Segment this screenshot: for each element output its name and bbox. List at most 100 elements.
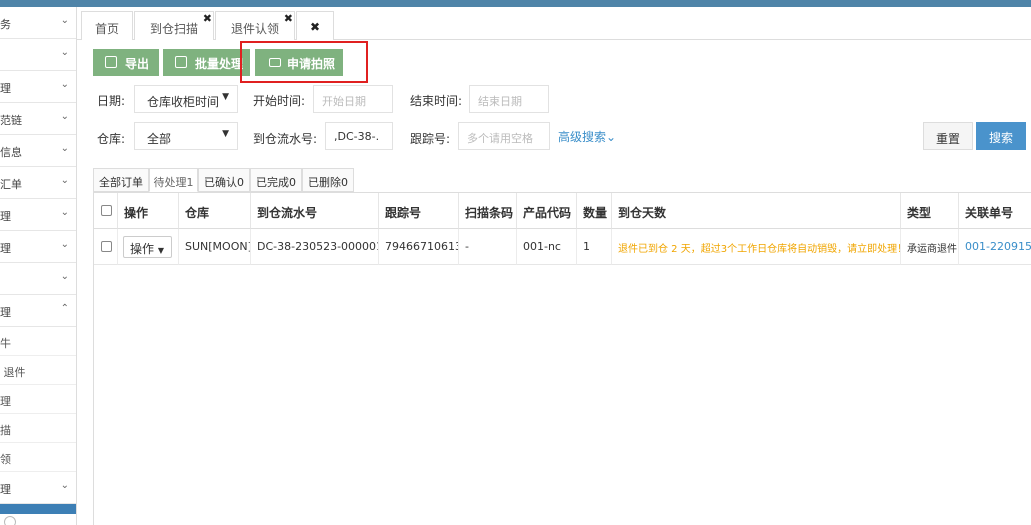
sidebar-item-label: 范链 <box>0 114 22 127</box>
reset-button[interactable]: 重置 <box>923 122 973 150</box>
tracking-input[interactable]: 多个请用空格 <box>458 122 550 150</box>
sidebar-item[interactable]: 信息 ⌄ <box>0 135 76 167</box>
column-header: 到仓流水号 <box>251 193 379 229</box>
warehouse-select[interactable]: 全部 ▼ <box>134 122 238 150</box>
sidebar-item[interactable]: 范链 ⌄ <box>0 103 76 135</box>
sidebar-item[interactable]: 汇单 ⌄ <box>0 167 76 199</box>
close-icon[interactable]: ✖ <box>203 12 212 25</box>
tab-close-all[interactable]: ✖ <box>296 11 334 40</box>
select-all-checkbox[interactable] <box>101 205 112 216</box>
caret-down-icon: ▼ <box>222 129 229 139</box>
sidebar-subitem[interactable]: 理 <box>0 385 76 414</box>
sidebar-item-label: 理 <box>0 82 11 95</box>
sidebar-subitem[interactable]: 领 <box>0 443 76 472</box>
chevron-down-icon: ⌄ <box>60 239 69 250</box>
chevron-down-icon: ⌄ <box>60 175 69 186</box>
sidebar-active-indicator[interactable] <box>0 504 76 514</box>
sidebar-item-label: 汇单 <box>0 178 22 191</box>
tab-return-claim[interactable]: 退件认领 ✖ <box>215 11 295 40</box>
sidebar-subitem[interactable]: 退件 <box>0 356 76 385</box>
end-time-label: 结束时间: <box>410 94 463 108</box>
tracking-placeholder: 多个请用空格 <box>467 132 533 145</box>
table-cell: 794667106136 <box>379 229 459 265</box>
start-date-input[interactable]: 开始日期 <box>313 85 393 113</box>
sidebar-subitem[interactable]: 描 <box>0 414 76 443</box>
export-button[interactable]: 导出 <box>93 49 159 76</box>
sidebar-item-label: 信息 <box>0 146 22 159</box>
caret-down-icon: ▼ <box>157 246 164 255</box>
sidebar-item-label: 理 <box>0 483 11 496</box>
tab-label: 已删除0 <box>308 176 348 189</box>
advanced-search-link[interactable]: 高级搜索⌄ <box>558 128 616 145</box>
tab-confirmed[interactable]: 已确认0 <box>198 168 250 192</box>
tab-all-orders[interactable]: 全部订单 <box>93 168 149 192</box>
sidebar-item[interactable]: 理 ⌄ <box>0 231 76 263</box>
date-type-select[interactable]: 仓库收柜时间 ▼ <box>134 85 238 113</box>
sidebar-item-label: 理 <box>0 242 11 255</box>
tab-label: 已完成0 <box>256 176 296 189</box>
search-label: 搜索 <box>988 131 1013 145</box>
reset-label: 重置 <box>935 132 960 146</box>
sidebar-item[interactable]: ⌄ <box>0 39 76 71</box>
close-icon[interactable]: ✖ <box>310 20 320 34</box>
chevron-down-icon: ⌄ <box>60 207 69 218</box>
flow-number-input[interactable]: ,DC-38-. <box>325 122 393 150</box>
table-cell: SUN[MOON] <box>179 229 251 265</box>
warning-text: 退件已到仓 2 天，超过3个工作日仓库将自动销毁，请立即处理！ <box>612 229 901 265</box>
sidebar-subitem-label: 理 <box>0 395 11 408</box>
date-type-value: 仓库收柜时间 <box>147 95 220 109</box>
sidebar-item-label: 理 <box>0 210 11 223</box>
related-order-link[interactable]: 001-220915- <box>959 229 1031 265</box>
highlight-box <box>240 41 368 83</box>
sidebar-item[interactable]: 理 ⌄ <box>0 199 76 231</box>
table-cell: 001-nc <box>517 229 577 265</box>
column-header: 类型 <box>901 193 959 229</box>
row-checkbox[interactable] <box>101 241 112 252</box>
export-icon <box>175 56 187 68</box>
scroll-handle-icon[interactable] <box>4 516 16 525</box>
sidebar-item-label: 理 <box>0 306 11 319</box>
sidebar-item[interactable]: 理 ⌄ <box>0 472 76 504</box>
sidebar-item[interactable]: ⌄ <box>0 263 76 295</box>
batch-process-button[interactable]: 批量处理 <box>163 49 250 76</box>
sidebar-subitem[interactable]: 牛 <box>0 327 76 356</box>
row-action-dropdown[interactable]: 操作 ▼ <box>123 236 172 258</box>
end-date-placeholder: 结束日期 <box>478 95 522 108</box>
tab-pending[interactable]: 待处理1 <box>149 168 198 192</box>
column-header: 扫描条码 <box>459 193 517 229</box>
table-cell: DC-38-230523-00000108 <box>251 229 379 265</box>
tab-scan[interactable]: 到仓扫描 ✖ <box>134 11 214 40</box>
flow-number-value: ,DC-38-. <box>334 130 380 143</box>
tab-completed[interactable]: 已完成0 <box>250 168 302 192</box>
chevron-down-icon: ⌄ <box>60 111 69 122</box>
warehouse-label: 仓库: <box>97 132 126 146</box>
chevron-down-icon: ⌄ <box>606 130 617 144</box>
column-header: 关联单号 <box>959 193 1031 229</box>
chevron-down-icon: ⌄ <box>60 79 69 90</box>
end-date-input[interactable]: 结束日期 <box>469 85 549 113</box>
sidebar-item[interactable]: 务 ⌄ <box>0 7 76 39</box>
sidebar-subitem-label: 描 <box>0 424 11 437</box>
tab-deleted[interactable]: 已删除0 <box>302 168 354 192</box>
sidebar-item[interactable]: 理 ⌄ <box>0 71 76 103</box>
column-header: 操作 <box>118 193 179 229</box>
tab-home[interactable]: 首页 <box>81 11 133 40</box>
close-icon[interactable]: ✖ <box>284 12 293 25</box>
column-header: 到仓天数 <box>612 193 901 229</box>
row-action-label: 操作 <box>130 242 155 256</box>
tab-label: 退件认领 <box>230 22 279 36</box>
sidebar-subitem-label: 牛 <box>0 337 11 350</box>
chevron-down-icon: ⌄ <box>60 480 69 491</box>
column-header: 产品代码 <box>517 193 577 229</box>
sidebar-item-expanded[interactable]: 理 ⌃ <box>0 295 76 327</box>
batch-label: 批量处理 <box>195 57 244 71</box>
tab-label: 首页 <box>94 22 119 36</box>
search-button[interactable]: 搜索 <box>976 122 1026 150</box>
table-cell: 操作 ▼ <box>118 229 179 265</box>
sidebar-subitem-label: 退件 <box>0 366 26 379</box>
table-cell: - <box>459 229 517 265</box>
sidebar-item-label: 务 <box>0 18 11 31</box>
chevron-down-icon: ⌄ <box>60 271 69 282</box>
chevron-down-icon: ⌄ <box>60 47 69 58</box>
tab-label: 已确认0 <box>204 176 244 189</box>
